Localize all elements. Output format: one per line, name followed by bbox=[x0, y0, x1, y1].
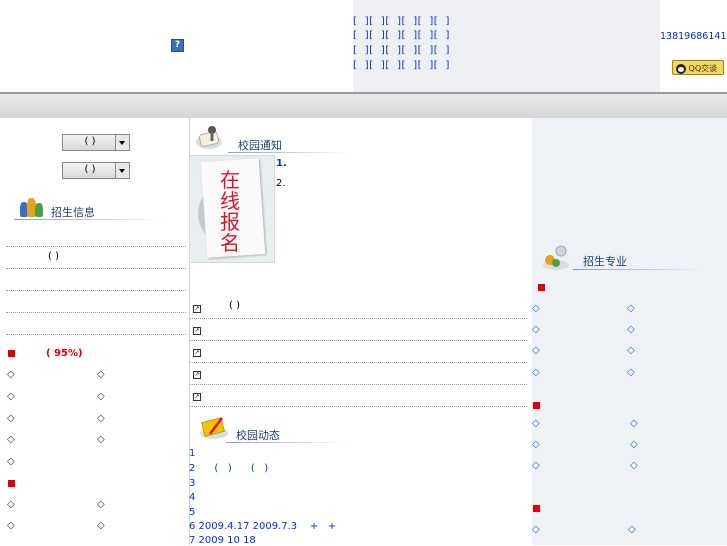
diamond-bullet[interactable]: ◇ bbox=[7, 413, 15, 424]
diamond-bullet[interactable]: ◇ bbox=[627, 303, 635, 314]
nav-row[interactable]: [ ][ ][ ][ ][ ][ ] bbox=[353, 60, 450, 71]
question-bubble-icon bbox=[543, 245, 569, 270]
diamond-bullet[interactable]: ◇ bbox=[627, 367, 635, 378]
diamond-bullet[interactable]: ◇ bbox=[97, 369, 105, 380]
category-select-1[interactable]: ( ) bbox=[62, 134, 130, 151]
arrow-icon[interactable]: ↗ bbox=[193, 349, 201, 357]
diamond-bullet[interactable]: ◇ bbox=[630, 418, 638, 429]
news-item[interactable]: 6 2009.4.17 2009.7.3 + + bbox=[189, 521, 336, 532]
chevron-down-icon[interactable] bbox=[115, 135, 129, 150]
diamond-bullet[interactable]: ◇ bbox=[97, 413, 105, 424]
diamond-bullet[interactable]: ◇ bbox=[630, 460, 638, 471]
select-value: ( ) bbox=[84, 164, 96, 175]
divider bbox=[6, 268, 186, 269]
banner-bar bbox=[0, 94, 727, 119]
news-item[interactable]: 2 ( ) ( ) bbox=[189, 463, 268, 474]
red-square-bullet bbox=[8, 480, 15, 487]
news-item[interactable]: 1 bbox=[189, 448, 195, 459]
divider bbox=[190, 340, 527, 341]
divider bbox=[6, 246, 186, 247]
diamond-bullet[interactable]: ◇ bbox=[532, 418, 540, 429]
signup-char: 名 bbox=[220, 231, 240, 255]
list-item[interactable]: ( ) bbox=[48, 251, 59, 262]
diamond-bullet[interactable]: ◇ bbox=[532, 345, 540, 356]
red-square-bullet bbox=[8, 350, 15, 357]
online-signup-banner[interactable]: 在 线 报 名 bbox=[189, 155, 275, 263]
red-square-bullet bbox=[538, 284, 545, 291]
divider bbox=[190, 362, 527, 363]
diamond-bullet[interactable]: ◇ bbox=[97, 434, 105, 445]
arrow-icon[interactable]: ↗ bbox=[193, 393, 201, 401]
diamond-bullet[interactable]: ◇ bbox=[7, 391, 15, 402]
diamond-bullet[interactable]: ◇ bbox=[532, 324, 540, 335]
qq-chat-button[interactable]: QQ交谈 bbox=[672, 60, 724, 75]
diamond-bullet[interactable]: ◇ bbox=[532, 460, 540, 471]
top-nav-panel: [ ][ ][ ][ ][ ][ ] [ ][ ][ ][ ][ ][ ] [ … bbox=[353, 0, 660, 92]
notice-title: 校园通知 bbox=[238, 139, 282, 152]
red-heading[interactable]: ( 95%) bbox=[46, 348, 83, 359]
divider bbox=[6, 290, 186, 291]
microphone-icon bbox=[196, 126, 222, 149]
divider bbox=[6, 334, 186, 335]
diamond-bullet[interactable]: ◇ bbox=[532, 367, 540, 378]
qq-chat-label: QQ交谈 bbox=[688, 64, 718, 73]
nav-row[interactable]: [ ][ ][ ][ ][ ][ ] bbox=[353, 16, 450, 27]
majors-title: 招生专业 bbox=[583, 255, 627, 268]
chevron-down-icon[interactable] bbox=[115, 163, 129, 178]
left-column: ( ) ( ) 招生信息 ( ) ( 95%) ◇ ◇ ◇ ◇ ◇ ◇ ◇ ◇ … bbox=[0, 118, 189, 545]
notice-item[interactable]: 2. bbox=[276, 178, 286, 189]
section-divider bbox=[226, 442, 346, 443]
section-divider bbox=[228, 152, 348, 153]
phone-number: 13819686141 bbox=[660, 31, 727, 42]
notice-item[interactable]: 1. bbox=[276, 158, 287, 169]
signup-char: 线 bbox=[220, 189, 240, 213]
diamond-bullet[interactable]: ◇ bbox=[7, 456, 15, 467]
section-divider bbox=[573, 269, 703, 270]
help-icon[interactable]: ? bbox=[171, 39, 184, 52]
red-square-bullet bbox=[533, 402, 540, 409]
signup-char: 在 bbox=[220, 168, 240, 192]
diamond-bullet[interactable]: ◇ bbox=[532, 439, 540, 450]
admission-info-title: 招生信息 bbox=[51, 206, 95, 219]
category-select-2[interactable]: ( ) bbox=[62, 162, 130, 179]
red-square-bullet bbox=[533, 505, 540, 512]
divider bbox=[6, 312, 186, 313]
list-item[interactable]: ( ) bbox=[229, 300, 240, 311]
news-item[interactable]: 4 bbox=[189, 492, 195, 503]
news-item[interactable]: 3 bbox=[189, 478, 195, 489]
diamond-bullet[interactable]: ◇ bbox=[627, 345, 635, 356]
pencil-icon bbox=[200, 417, 228, 439]
nav-row[interactable]: [ ][ ][ ][ ][ ][ ] bbox=[353, 45, 450, 56]
diamond-bullet[interactable]: ◇ bbox=[97, 499, 105, 510]
diamond-bullet[interactable]: ◇ bbox=[532, 303, 540, 314]
select-value: ( ) bbox=[84, 136, 96, 147]
arrow-icon: ↗ bbox=[193, 305, 201, 313]
diamond-bullet[interactable]: ◇ bbox=[97, 391, 105, 402]
diamond-bullet[interactable]: ◇ bbox=[7, 520, 15, 531]
signup-char: 报 bbox=[220, 210, 240, 234]
diamond-bullet[interactable]: ◇ bbox=[7, 434, 15, 445]
qq-penguin-icon bbox=[676, 63, 686, 74]
diamond-bullet[interactable]: ◇ bbox=[628, 524, 636, 535]
nav-row[interactable]: [ ][ ][ ][ ][ ][ ] bbox=[353, 30, 450, 41]
diamond-bullet[interactable]: ◇ bbox=[97, 520, 105, 531]
divider bbox=[190, 406, 527, 407]
divider bbox=[190, 318, 527, 319]
news-title: 校园动态 bbox=[236, 429, 280, 442]
diamond-bullet[interactable]: ◇ bbox=[630, 439, 638, 450]
news-item[interactable]: 5 bbox=[189, 507, 195, 518]
people-icon bbox=[20, 196, 44, 220]
divider bbox=[190, 384, 527, 385]
diamond-bullet[interactable]: ◇ bbox=[7, 499, 15, 510]
arrow-icon[interactable]: ↗ bbox=[193, 371, 201, 379]
diamond-bullet[interactable]: ◇ bbox=[627, 324, 635, 335]
section-divider bbox=[14, 219, 164, 220]
diamond-bullet[interactable]: ◇ bbox=[532, 524, 540, 535]
arrow-icon[interactable]: ↗ bbox=[193, 327, 201, 335]
diamond-bullet[interactable]: ◇ bbox=[7, 369, 15, 380]
news-item[interactable]: 7 2009 10 18 bbox=[189, 535, 256, 546]
